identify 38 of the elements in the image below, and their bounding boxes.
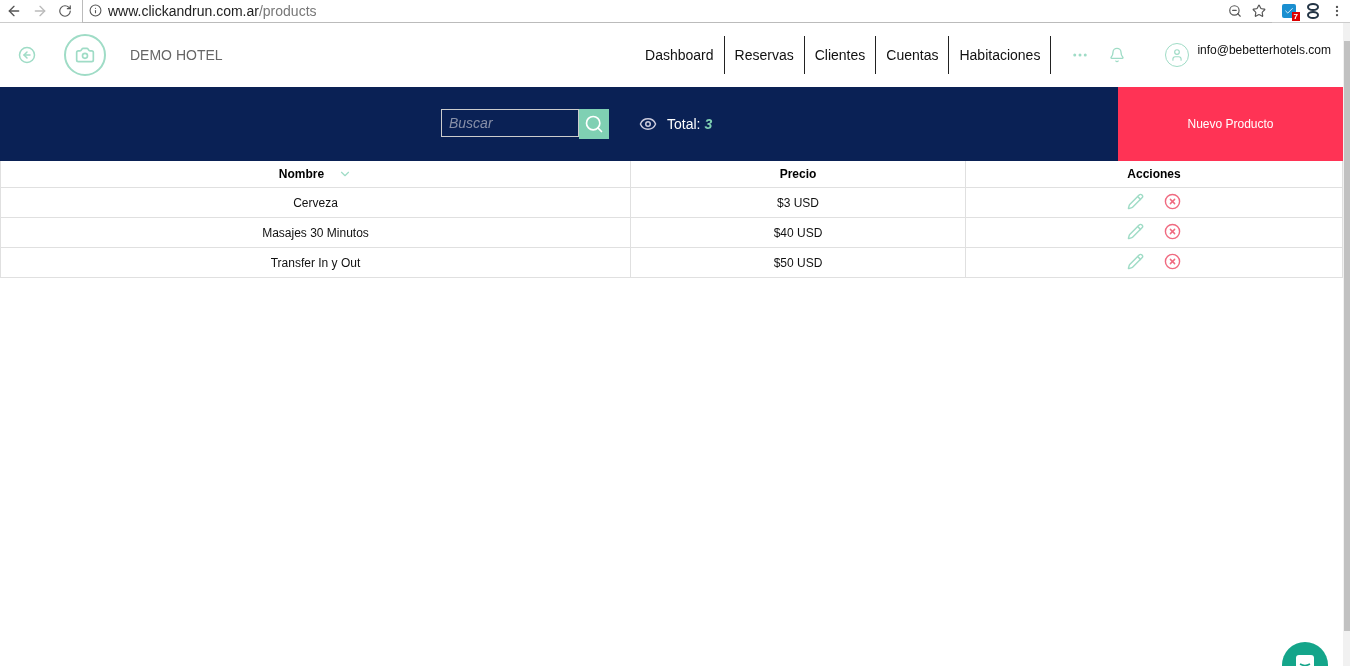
total-count: Total: 3	[667, 116, 713, 132]
table-cell: $50 USD	[630, 247, 966, 278]
nav-link[interactable]: Clientes	[803, 36, 876, 74]
bell-icon[interactable]	[1109, 47, 1126, 63]
table-cell: Masajes 30 Minutos	[0, 217, 631, 248]
table-cell: $3 USD	[630, 187, 966, 218]
extension-icon[interactable]	[1306, 3, 1320, 19]
hotel-logo-placeholder	[64, 34, 106, 76]
hotel-name: DEMO HOTEL	[130, 47, 223, 63]
search-button[interactable]	[579, 109, 609, 139]
column-header[interactable]: Precio	[630, 161, 966, 188]
address-bar[interactable]: www.clickandrun.com.ar/products	[82, 0, 1272, 23]
nav-link[interactable]: Habitaciones	[948, 36, 1052, 74]
scrollbar[interactable]	[1343, 23, 1350, 666]
new-product-button[interactable]: Nuevo Producto	[1118, 87, 1343, 161]
column-header[interactable]: Nombre	[0, 161, 631, 188]
nav-link[interactable]: Reservas	[723, 36, 804, 74]
user-email: info@bebetterhotels.com	[1197, 43, 1331, 57]
search-icon	[584, 114, 604, 134]
zoom-icon[interactable]	[1228, 3, 1242, 18]
search-field[interactable]: Buscar	[441, 109, 579, 137]
forward-icon[interactable]	[32, 3, 48, 19]
nav-link[interactable]: Cuentas	[875, 36, 949, 74]
eye-icon	[639, 115, 657, 133]
column-header[interactable]: Acciones	[965, 161, 1343, 188]
extension-badge: 7	[1291, 12, 1300, 21]
column-label: Nombre	[278, 167, 325, 181]
check-icon	[1284, 6, 1294, 16]
bookmark-star-icon[interactable]	[1252, 3, 1266, 18]
nav-link[interactable]: Dashboard	[635, 36, 724, 74]
reload-icon[interactable]	[58, 4, 72, 18]
table-cell: Cerveza	[0, 187, 631, 218]
url-text: www.clickandrun.com.ar/products	[108, 2, 317, 19]
back-circle-icon[interactable]	[18, 46, 36, 64]
info-icon	[89, 4, 102, 17]
table-cell: $40 USD	[630, 217, 966, 248]
back-icon[interactable]	[6, 3, 22, 19]
table-cell: Transfer In y Out	[0, 247, 631, 278]
